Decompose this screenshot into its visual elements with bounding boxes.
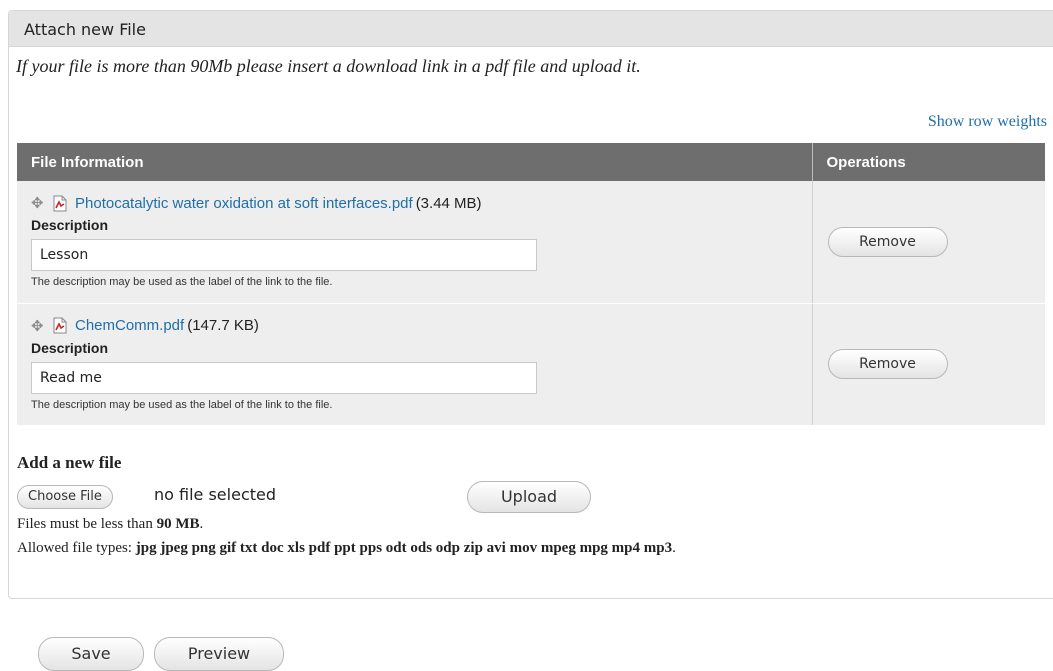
operations-cell: Remove (812, 181, 1045, 304)
file-link[interactable]: ChemComm.pdf (75, 317, 184, 334)
remove-button[interactable]: Remove (827, 349, 948, 379)
file-size-hint: Files must be less than 90 MB. (17, 516, 203, 533)
file-size: (147.7 KB) (187, 317, 259, 334)
column-header-operations: Operations (812, 143, 1045, 181)
show-row-weights-link[interactable]: Show row weights (928, 113, 1047, 131)
file-line: ✥ Photocatalytic water oxidation at soft… (31, 192, 800, 214)
file-types-hint: Allowed file types: jpg jpeg png gif txt… (17, 540, 676, 557)
size-hint-prefix: Files must be less than (17, 516, 153, 532)
types-suffix: . (672, 540, 676, 556)
types-value: jpg jpeg png gif txt doc xls pdf ppt pps… (135, 540, 673, 556)
description-label: Description (31, 217, 109, 233)
no-file-selected-text: no file selected (154, 485, 277, 504)
file-line: ✥ ChemComm.pdf (147.7 KB) (31, 315, 800, 337)
attached-files-table: File Information Operations ✥ Photocatal… (17, 143, 1045, 426)
file-link[interactable]: Photocatalytic water oxidation at soft i… (75, 195, 413, 212)
types-prefix: Allowed file types: (17, 540, 132, 556)
choose-file-button[interactable]: Choose File (17, 485, 113, 509)
file-info-cell: ✥ Photocatalytic water oxidation at soft… (17, 181, 813, 304)
table-row: ✥ Photocatalytic water oxidation at soft… (17, 181, 1045, 304)
size-notice: If your file is more than 90Mb please in… (16, 56, 641, 76)
description-help: The description may be used as the label… (31, 276, 333, 288)
size-hint-value: 90 MB (156, 516, 200, 532)
size-hint-suffix: . (199, 516, 204, 532)
add-new-file-title: Add a new file (17, 453, 122, 472)
description-label: Description (31, 339, 109, 356)
pdf-file-icon (53, 195, 67, 212)
operations-cell: Remove (812, 303, 1045, 426)
file-info-cell: ✥ ChemComm.pdf (147.7 KB) Description Th… (17, 303, 813, 426)
description-field[interactable] (31, 239, 537, 271)
drag-handle-icon[interactable]: ✥ (31, 317, 53, 335)
fieldset-legend: Attach new File (9, 11, 1053, 47)
description-field[interactable] (31, 361, 537, 394)
drag-handle-icon[interactable]: ✥ (31, 194, 53, 212)
remove-button[interactable]: Remove (827, 226, 948, 257)
description-help: The description may be used as the label… (31, 398, 333, 411)
column-header-file-information: File Information (17, 143, 813, 181)
pdf-file-icon (53, 317, 67, 334)
table-header-row: File Information Operations (17, 143, 1045, 181)
file-size: (3.44 MB) (415, 194, 482, 212)
table-row: ✥ ChemComm.pdf (147.7 KB) Description Th… (17, 303, 1045, 426)
upload-button[interactable]: Upload (467, 481, 591, 513)
